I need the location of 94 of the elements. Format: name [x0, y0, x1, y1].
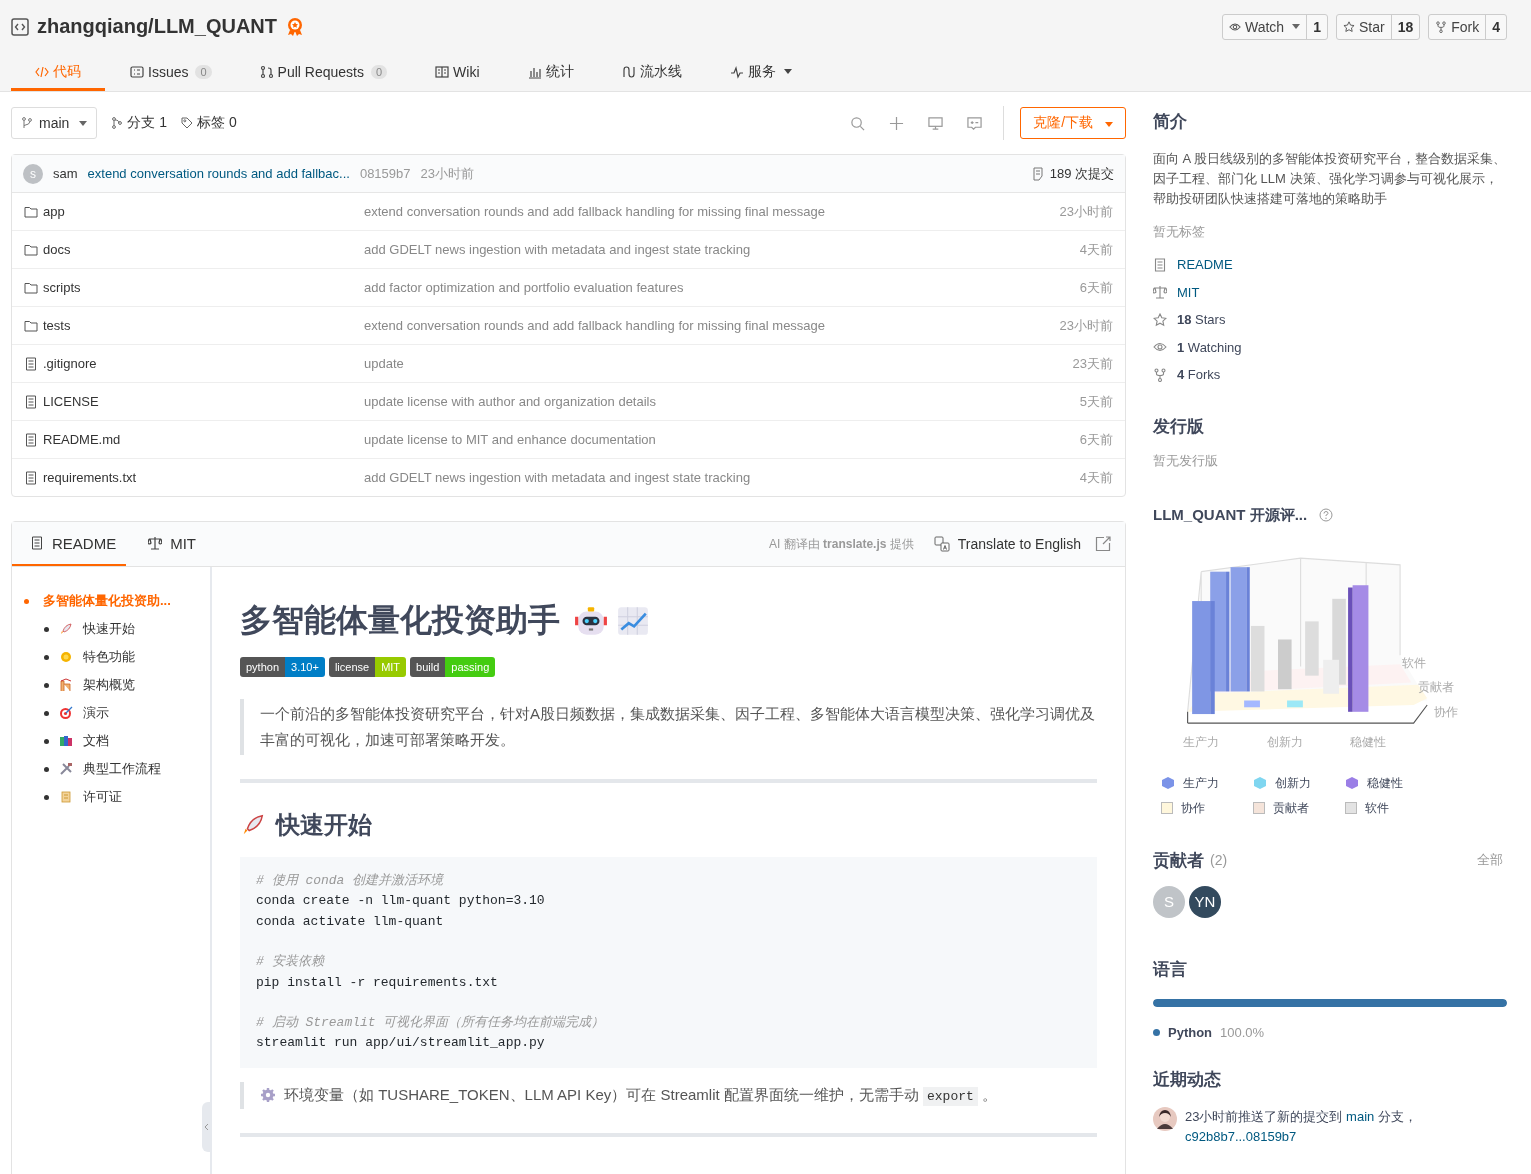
nav-tab[interactable]: Pull Requests 0 [236, 55, 411, 91]
toc-link[interactable]: 许可证 [83, 788, 122, 806]
file-time: 23天前 [1072, 354, 1113, 373]
axis-label: 协作 [1433, 704, 1458, 719]
file-commit-message[interactable]: update license to MIT and enhance documentation [364, 432, 1080, 447]
file-time: 6天前 [1079, 430, 1113, 449]
commit-author[interactable]: sam [53, 166, 78, 181]
file-name[interactable]: README.md [43, 432, 121, 447]
no-tags-text: 暂无标签 [1153, 223, 1206, 241]
file-commit-message[interactable]: add factor optimization and portfolio evaluation features [364, 280, 1080, 295]
file-name[interactable]: LICENSE [43, 394, 99, 409]
sidebar-link[interactable]: MIT [1177, 284, 1200, 300]
axis-label: 稳健性 [1350, 734, 1387, 749]
social-button[interactable]: Fork [1429, 14, 1487, 39]
branch-link[interactable]: main [1346, 1108, 1375, 1124]
contributors-heading: 贡献者 [1153, 849, 1204, 872]
legend-label: 软件 [1365, 799, 1389, 817]
translate-button[interactable]: Translate to English [927, 535, 1087, 553]
file-commit-message[interactable]: extend conversation rounds and add fallback handling for missing final message [364, 318, 1060, 333]
branch-selector[interactable]: main [11, 107, 98, 139]
sidebar-link[interactable]: 1 Watching [1177, 339, 1242, 355]
commit-message[interactable]: extend conversation rounds and add fallbac... [87, 166, 350, 181]
tags-link[interactable]: 标签 0 [181, 114, 237, 132]
file-commit-message[interactable]: extend conversation rounds and add fallback handling for missing final message [364, 204, 1060, 219]
about-heading: 简介 [1153, 111, 1188, 133]
commit-range-link[interactable]: c92b8b7...08159b7 [1185, 1126, 1297, 1147]
file-time: 5天前 [1079, 392, 1113, 411]
toc-link[interactable]: 典型工作流程 [83, 760, 161, 778]
legend-label: 协作 [1181, 799, 1205, 817]
sidebar-link[interactable]: 18 Stars [1177, 312, 1226, 328]
section-heading: 快速开始 [276, 810, 372, 840]
legend-label: 创新力 [1275, 774, 1311, 792]
author-avatar: s [23, 163, 43, 184]
social-button[interactable]: Star [1336, 14, 1392, 39]
file-commit-message[interactable]: update license with author and organization details [364, 394, 1080, 409]
readme-tab[interactable]: README [12, 522, 127, 566]
legend-label: 贡献者 [1273, 799, 1309, 817]
axis-label: 软件 [1402, 655, 1427, 670]
code-block: # 使用 conda 创建并激活环境 conda create -n llm-quant python=3.10 conda activate llm-quant # 安装依赖 pip install -r requirements.txt # 启动 Streamlit 可视化界面（所有任务均在前端完成） streamlit run app/ui/streamlit_app.py [240, 857, 1097, 1068]
contributors-count: (2) [1210, 852, 1228, 868]
nav-tab[interactable]: 服务 [706, 55, 815, 91]
legend-label: 稳健性 [1367, 774, 1403, 792]
nav-tab[interactable]: Wiki [412, 55, 503, 91]
social-count[interactable]: 4 [1486, 14, 1506, 39]
repository-title[interactable]: zhangqiang/LLM_QUANT [37, 15, 277, 38]
file-name[interactable]: requirements.txt [43, 470, 137, 485]
note-text: 环境变量（如 TUSHARE_TOKEN、LLM API Key）可在 Streamlit 配置界面统一维护，无需手动 export 。 [284, 1085, 997, 1105]
language-name: Python [1168, 1024, 1213, 1040]
file-time: 23小时前 [1059, 316, 1113, 335]
toc-link[interactable]: 特色功能 [83, 648, 135, 666]
file-name[interactable]: tests [43, 318, 71, 333]
readme-title: 多智能体量化投资助手 [240, 601, 560, 640]
nav-tab[interactable]: Issues 0 [107, 55, 235, 91]
translation-credit: AI 翻译由 translate.js 提供 [769, 535, 914, 553]
releases-heading: 发行版 [1153, 415, 1205, 438]
file-time: 4天前 [1079, 240, 1113, 259]
social-button[interactable]: Watch [1223, 14, 1308, 39]
axis-label: 生产力 [1183, 734, 1220, 749]
activity-heading: 近期动态 [1153, 1068, 1222, 1091]
languages-heading: 语言 [1153, 958, 1188, 981]
file-name[interactable]: .gitignore [43, 356, 97, 371]
evaluation-heading: LLM_QUANT 开源评... [1153, 505, 1308, 525]
axis-label: 创新力 [1266, 734, 1303, 749]
file-time: 23小时前 [1059, 202, 1113, 221]
file-time: 6天前 [1079, 278, 1113, 297]
commit-time: 23小时前 [420, 164, 474, 183]
file-name[interactable]: docs [43, 242, 71, 257]
social-count[interactable]: 18 [1391, 14, 1420, 39]
file-time: 4天前 [1079, 468, 1113, 487]
branches-link[interactable]: 分支 1 [111, 114, 168, 132]
contributor-avatar[interactable]: YN [1189, 885, 1221, 918]
no-releases-text: 暂无发行版 [1153, 451, 1219, 470]
language-percent: 100.0% [1220, 1024, 1265, 1040]
commit-count[interactable]: 189 次提交 [1049, 164, 1114, 183]
toc-link[interactable]: 快速开始 [83, 620, 135, 638]
nav-tab[interactable]: 流水线 [598, 55, 705, 91]
readme-tab[interactable]: MIT [130, 522, 206, 566]
toc-link[interactable]: 架构概览 [83, 676, 135, 694]
sidebar-link[interactable]: 4 Forks [1177, 367, 1221, 383]
file-name[interactable]: app [43, 204, 65, 219]
social-count[interactable]: 1 [1307, 14, 1327, 39]
file-commit-message[interactable]: update [364, 356, 1073, 371]
file-commit-message[interactable]: add GDELT news ingestion with metadata and ingest state tracking [364, 470, 1080, 485]
activity-text: 23小时前推送了新的提交到 main 分支， c92b8b7...08159b7 [1185, 1106, 1507, 1147]
file-name[interactable]: scripts [43, 280, 81, 295]
intro-quote: 一个前沿的多智能体投资研究平台，针对A股日频数据，集成数据采集、因子工程、多智能体大语言模型决策、强化学习调优及丰富的可视化，加速可部署策略开发。 [240, 699, 1097, 755]
file-commit-message[interactable]: add GDELT news ingestion with metadata and ingest state tracking [364, 242, 1080, 257]
nav-tab[interactable]: 统计 [504, 55, 597, 91]
toc-link[interactable]: 文档 [83, 732, 109, 750]
legend-label: 生产力 [1183, 774, 1219, 792]
axis-label: 贡献者 [1418, 679, 1455, 694]
sidebar-link[interactable]: README [1177, 257, 1233, 273]
repository-description: 面向 A 股日线级别的多智能体投资研究平台，整合数据采集、因子工程、部门化 LLM 决策、强化学习调参与可视化展示，帮助投研团队快速搭建可落地的策略助手 [1153, 150, 1507, 208]
toc-link[interactable]: 演示 [83, 704, 109, 722]
